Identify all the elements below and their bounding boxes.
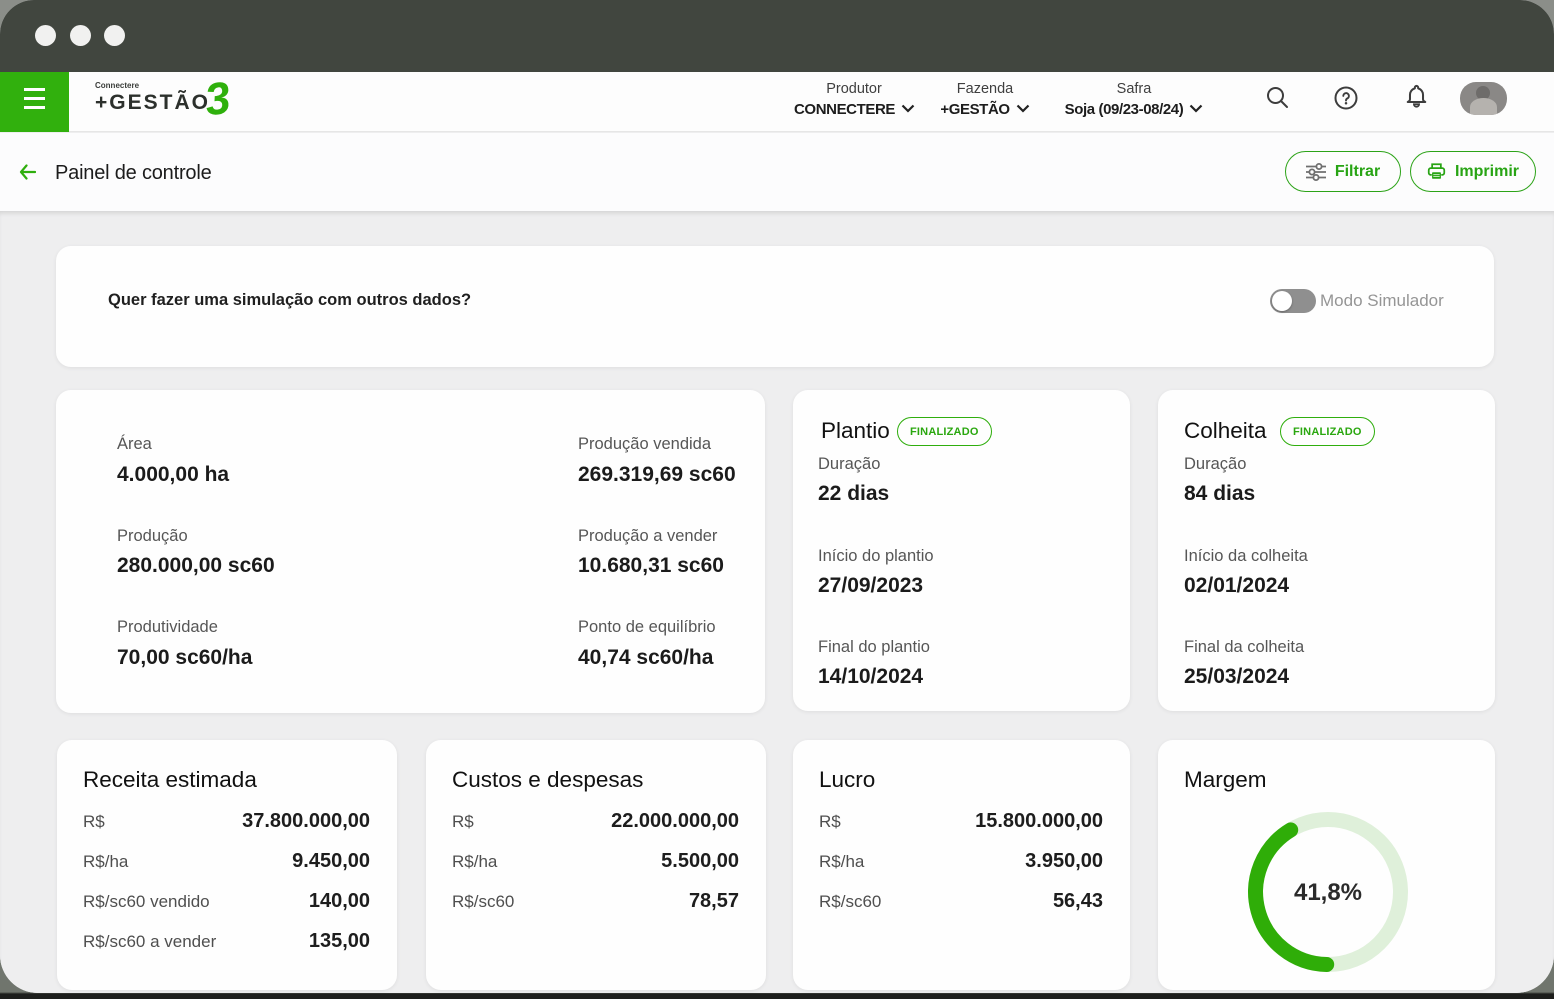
svg-text:41,8%: 41,8%	[1294, 879, 1362, 906]
